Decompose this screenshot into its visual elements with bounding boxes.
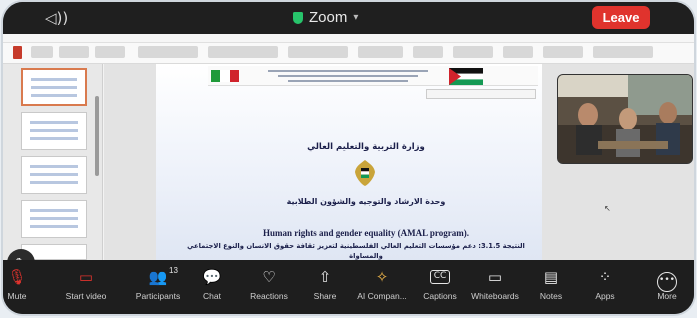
result-line-1: النتيجة 3.1.5: دعم مؤسسات التعليم العالي… [187,242,525,250]
unit-title: وحدة الارشاد والتوجيه والشؤون الطلابية [286,197,446,206]
slide-thumbnail[interactable] [21,68,87,106]
video-feed [558,75,692,163]
app-title: Zoom [309,9,348,26]
participants-icon: 👥 [148,268,168,286]
security-shield-icon [293,11,303,24]
notes-button[interactable]: ▤ Notes [531,260,571,314]
chat-icon: 💬 [202,268,222,286]
title-bar: ◁)) Zoom ▾ Leave [3,2,694,34]
microphone-muted-icon: 🎙 [7,268,27,286]
current-slide: وزارة التربية والتعليم العالي وحدة الارش… [156,64,542,260]
more-icon: ••• [655,267,679,292]
thumbnail-scrollbar[interactable] [95,96,99,176]
italy-flag-icon [211,70,239,82]
share-screen-icon: ⇧ [318,268,332,286]
shared-screen: وزارة التربية والتعليم العالي وحدة الارش… [3,34,694,277]
meeting-toolbar: 🎙 Mute ▭ Start video 👥 13 Participants 💬… [3,260,694,314]
ppt-ribbon-tabs [3,34,694,43]
slide-thumbnail[interactable] [21,112,87,150]
captions-button[interactable]: CC Captions [417,260,463,314]
slide-thumbnail[interactable] [21,156,87,194]
speaker-icon[interactable]: ◁)) [45,9,71,27]
slide-thumbnail-pane [3,64,103,260]
participants-count: 13 [169,266,178,275]
start-video-button[interactable]: ▭ Start video [53,260,119,314]
heart-icon: ♡ [262,268,276,286]
palestine-flag-icon [449,68,483,85]
leave-button[interactable]: Leave [592,6,650,29]
chat-button[interactable]: 💬 Chat [193,260,231,314]
paste-icon [13,46,22,59]
slide-thumbnail[interactable] [21,200,87,238]
share-button[interactable]: ⇧ Share [305,260,345,314]
captions-icon: CC [430,270,450,284]
participants-button[interactable]: 👥 13 Participants [127,260,189,314]
slide-header-banner [208,66,538,86]
apps-icon: ⁘ [598,268,612,286]
meeting-title[interactable]: Zoom ▾ [293,9,358,26]
english-title: Human rights and gender equality (AMAL p… [263,228,469,238]
ministry-title: وزارة التربية والتعليم العالي [307,142,425,152]
participant-video-tile[interactable] [557,74,693,164]
university-logo [426,89,536,99]
chevron-down-icon: ▾ [353,12,359,23]
notes-icon: ▤ [543,268,559,286]
sparkle-icon: ✧ [375,268,389,286]
reactions-button[interactable]: ♡ Reactions [241,260,297,314]
whiteboards-button[interactable]: ▭ Whiteboards [467,260,523,314]
video-off-icon: ▭ [78,268,94,286]
result-line-2: والمساواة [349,252,383,260]
apps-button[interactable]: ⁘ Apps [585,260,625,314]
ppt-ribbon-tools [3,43,694,64]
mute-button[interactable]: 🎙 Mute [3,260,39,314]
palestine-emblem-icon [355,160,375,186]
whiteboard-icon: ▭ [487,268,503,286]
zoom-window: ◁)) Zoom ▾ Leave وزارة التربية والتعليم … [3,2,694,314]
more-button[interactable]: ••• More [647,260,687,314]
ai-companion-button[interactable]: ✧ AI Compan... [351,260,413,314]
mouse-cursor-icon: ↖ [604,204,611,213]
